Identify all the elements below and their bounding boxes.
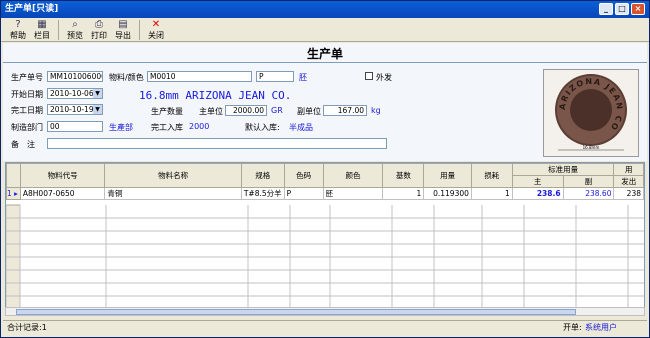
finish-date-label: 完工日期	[11, 106, 43, 115]
remark-field[interactable]	[47, 138, 387, 149]
main-unit-label: 主单位	[199, 107, 223, 116]
outsource-label: 外发	[376, 73, 392, 82]
order-no-field[interactable]: MM1010060007	[47, 71, 103, 82]
close-button[interactable]: ✕ 关闭	[145, 18, 167, 41]
default-wh-label: 默认入库:	[245, 123, 280, 132]
sub-unit-label: 副单位	[297, 107, 321, 116]
maximize-button[interactable]: □	[615, 3, 629, 15]
material-grid[interactable]: 物料代号 物料名称 规格 色码 颜色 基数 用量 损耗 标准用量 用 主 副 发…	[5, 162, 645, 314]
magnifier-icon: ⌕	[72, 19, 78, 30]
close-icon: ✕	[151, 19, 161, 30]
default-wh: 半成品	[289, 123, 313, 132]
start-date-value: 2010-10-06	[50, 89, 94, 98]
finished-label: 完工入库	[151, 123, 183, 132]
chevron-down-icon[interactable]: ▼	[93, 89, 102, 98]
toolbar: ? 帮助 ▦ 栏目 ⌕ 预览 ⎙ 打印 ▤ 导出 ✕ 关闭	[1, 18, 649, 42]
form-title: 生产单	[306, 47, 343, 61]
dept-name: 生產部	[109, 123, 133, 132]
start-date-label: 开始日期	[11, 90, 43, 99]
chevron-down-icon[interactable]: ▼	[93, 105, 102, 114]
divider	[3, 62, 647, 63]
window: 生产单[只读] _ □ × ? 帮助 ▦ 栏目 ⌕ 预览 ⎙ 打印 ▤ 导出 ✕ 关闭 生产…	[0, 0, 650, 338]
main-unit: GR	[271, 106, 283, 115]
dept-label: 制造部门	[11, 123, 43, 132]
material-label: 物料/颜色	[109, 73, 144, 82]
help-icon: ?	[15, 19, 21, 30]
sub-qty-field[interactable]: 167.00	[323, 105, 367, 116]
color-code-field[interactable]: P	[256, 71, 294, 82]
product-image: ARIZONA JEAN CO 16.8mm	[543, 69, 639, 157]
finish-date-value: 2010-10-19	[50, 105, 94, 114]
grid-empty-rows	[6, 204, 644, 309]
record-count: 合计记录:1	[7, 323, 47, 332]
product-description: 16.8mm ARIZONA JEAN CO.	[139, 89, 292, 102]
help-button[interactable]: ? 帮助	[7, 18, 29, 41]
columns-button[interactable]: ▦ 栏目	[31, 18, 53, 41]
export-icon: ▤	[118, 19, 128, 30]
finished-qty: 2000	[189, 122, 210, 131]
opener-name: 系统用户	[585, 323, 617, 332]
form-area: 生产单 生产单号 MM1010060007 物料/颜色 M0010 P 胚 外发…	[3, 43, 647, 161]
horizontal-scrollbar[interactable]	[5, 307, 645, 316]
finish-date-picker[interactable]: 2010-10-19 ▼	[47, 104, 103, 115]
color-name: 胚	[299, 73, 307, 82]
main-qty-field[interactable]: 2000.00	[225, 105, 267, 116]
toolbar-separator	[58, 20, 59, 40]
sub-unit: kg	[371, 106, 381, 115]
opener-label: 开单:	[563, 323, 582, 332]
remark-label: 备 注	[11, 140, 35, 149]
outsource-checkbox[interactable]	[365, 72, 373, 80]
printer-icon: ⎙	[95, 19, 103, 30]
toolbar-separator	[139, 20, 140, 40]
material-code-field[interactable]: M0010	[147, 71, 252, 82]
order-no-label: 生产单号	[11, 73, 43, 82]
columns-icon: ▦	[37, 19, 47, 30]
scrollbar-thumb[interactable]	[16, 309, 576, 315]
print-button[interactable]: ⎙ 打印	[88, 18, 110, 41]
preview-button[interactable]: ⌕ 预览	[64, 18, 86, 41]
start-date-picker[interactable]: 2010-10-06 ▼	[47, 88, 103, 99]
image-size-caption: 16.8mm	[583, 145, 600, 150]
status-bar: 合计记录:1 开单: 系统用户	[3, 320, 647, 333]
title-bar: 生产单[只读] _ □ ×	[1, 1, 649, 18]
minimize-button[interactable]: _	[599, 3, 613, 15]
dept-field[interactable]: 00	[47, 121, 103, 132]
qty-label: 生产数量	[151, 107, 183, 116]
export-button[interactable]: ▤ 导出	[112, 18, 134, 41]
close-window-button[interactable]: ×	[631, 3, 645, 15]
window-title: 生产单[只读]	[5, 4, 59, 14]
